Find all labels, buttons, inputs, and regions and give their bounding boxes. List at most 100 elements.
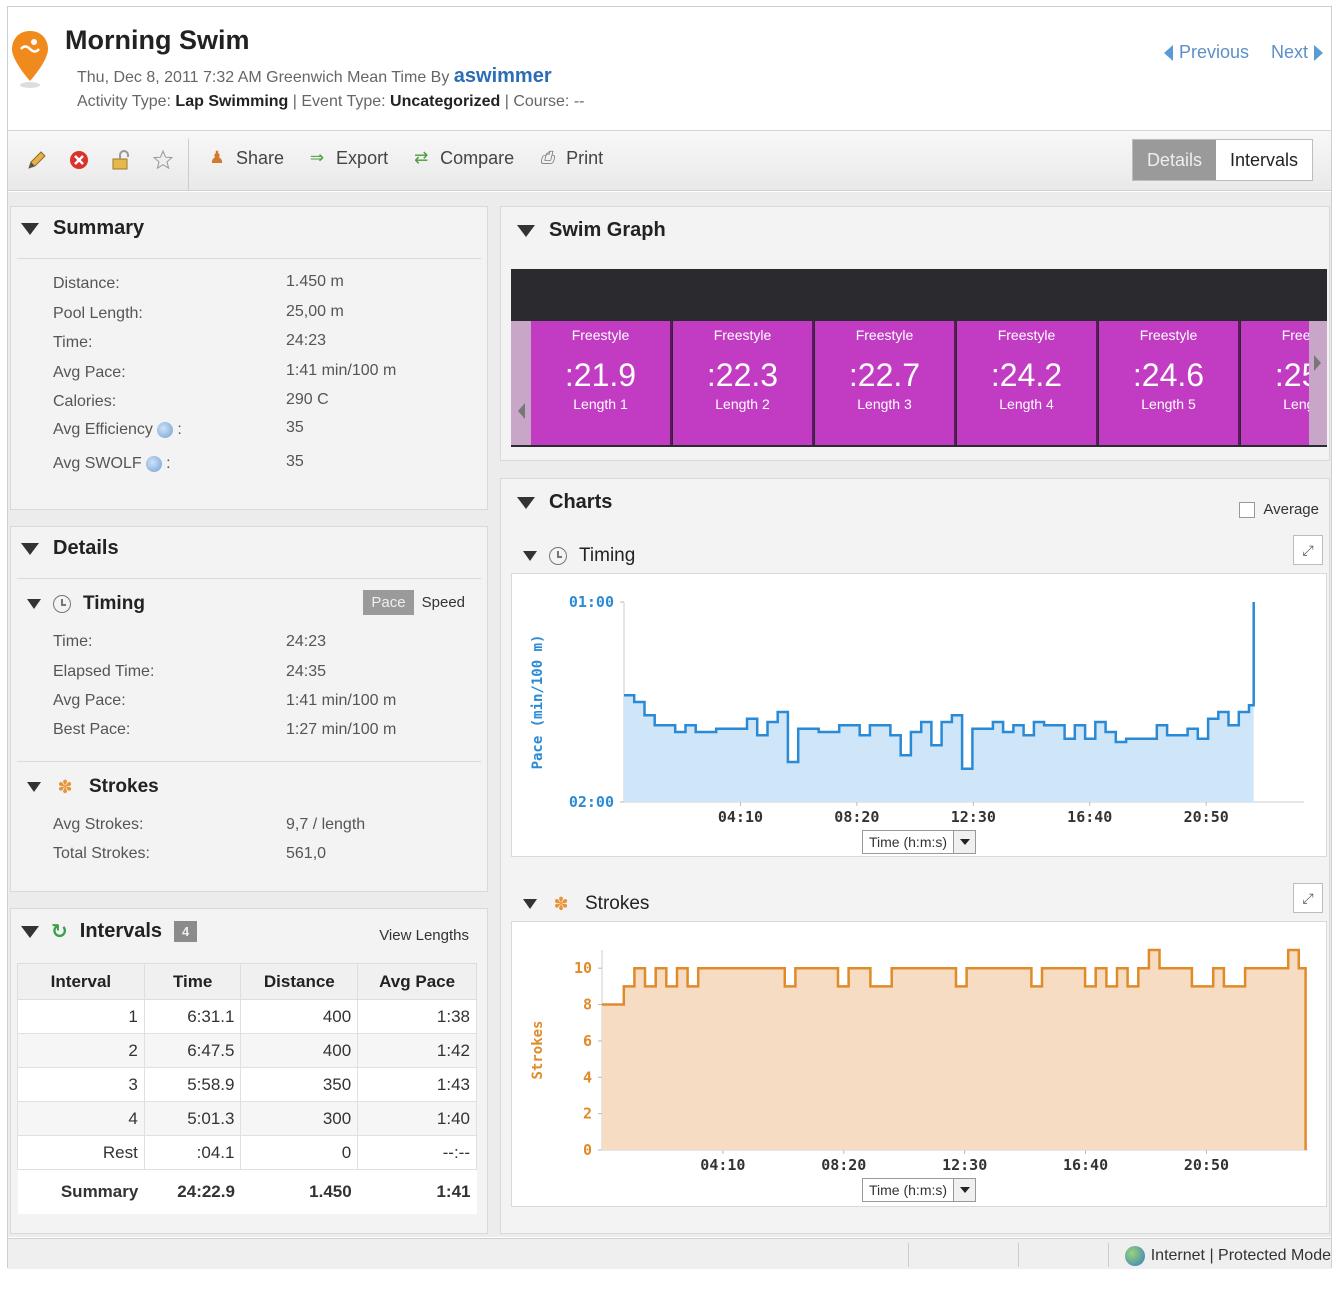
length-lane[interactable]: Freestyle :22.7 Length 3 (815, 321, 956, 445)
view-lengths-link[interactable]: View Lengths (379, 927, 469, 944)
y-tick-label: 02:00 (569, 793, 614, 811)
average-checkbox[interactable] (1239, 501, 1256, 518)
strokes-x-axis-selector[interactable]: Time (h:m:s) (862, 1178, 977, 1202)
summary-label: Calories: (53, 393, 117, 410)
length-number: Length 2 (715, 396, 770, 412)
next-link[interactable]: Next (1271, 42, 1323, 63)
table-cell: 350 (240, 1067, 359, 1102)
stroke-type: Freestyle (855, 327, 914, 343)
collapse-triangle-icon (27, 782, 41, 792)
delete-icon[interactable] (66, 147, 92, 173)
timing-subheader[interactable]: Timing (27, 593, 145, 615)
length-lane[interactable]: Freestyle:22.3 Length 2 (673, 321, 814, 445)
x-tick-label: 20:50 (1184, 1156, 1229, 1174)
summary-panel: Summary Distance: 1.450 m Pool Length: 25,0… (10, 206, 488, 510)
strokes-chart-box: 0 2 4 6 8 10 04:10 08:20 12:30 16:40 20:50 Strokes … (511, 921, 1327, 1207)
user-link[interactable]: aswimmer (454, 65, 552, 87)
divider (17, 258, 481, 259)
charts-title: Charts (549, 491, 613, 513)
summary-title: Summary (53, 217, 145, 239)
print-button[interactable]: ⎙ Print (536, 147, 603, 169)
tab-intervals[interactable]: Intervals (1215, 140, 1312, 180)
y-tick-label: 8 (583, 996, 592, 1014)
arrow-left-icon (1163, 44, 1173, 61)
swim-graph-title: Swim Graph (549, 219, 666, 241)
intervals-header[interactable]: ↻ Intervals 4 (21, 919, 198, 944)
divider (17, 761, 481, 762)
length-lane[interactable]: Freestyle:24.2 Length 4 (957, 321, 1098, 445)
info-icon[interactable] (145, 455, 162, 472)
map-pin-icon (12, 31, 48, 88)
activity-type-value[interactable]: Lap Swimming (175, 93, 288, 110)
chevron-left-icon (518, 403, 525, 419)
edit-pencil-icon[interactable] (24, 147, 50, 173)
favorite-star-icon[interactable] (150, 147, 176, 173)
compare-button[interactable]: ⇄ Compare (410, 147, 514, 169)
strokes-subheader[interactable]: ✽ Strokes (27, 776, 159, 798)
expand-icon[interactable]: ⤢ (1293, 883, 1323, 913)
info-icon[interactable] (156, 421, 173, 438)
previous-label: Previous (1178, 42, 1249, 62)
table-cell: 5:01.3 (143, 1101, 242, 1136)
summary-label-text: Avg Efficiency (53, 421, 153, 438)
table-row[interactable]: 1 6:31.1 400 1:38 (17, 999, 477, 1034)
timing-title: Timing (83, 593, 145, 614)
table-row[interactable]: Rest:04.1 0 --:-- (17, 1135, 477, 1170)
timing-chart-header[interactable]: Timing (523, 545, 635, 567)
share-button[interactable]: ♟ Share (206, 147, 284, 169)
x-tick-label: 12:30 (951, 808, 996, 826)
timing-value: 1:41 min/100 m (286, 692, 397, 709)
pace-toggle[interactable]: Pace (363, 590, 414, 615)
column-header[interactable]: Distance (240, 963, 359, 1000)
toolbar: ♟ Share ⇒ Export ⇄ Compare ⎙ Print Details I… (8, 131, 1331, 191)
scroll-right-button[interactable] (1309, 321, 1327, 445)
stroke-label: Total Strokes: (53, 845, 150, 862)
scroll-left-button[interactable] (511, 321, 531, 445)
column-header[interactable]: Avg Pace (357, 963, 477, 1000)
details-header[interactable]: Details (21, 537, 119, 560)
swimmer-icon: ✽ (57, 776, 73, 797)
length-time: :24.6 (1132, 357, 1205, 393)
swimmer-icon: ✽ (553, 893, 569, 914)
x-tick-label: 04:10 (700, 1156, 745, 1174)
collapse-triangle-icon (517, 224, 535, 237)
charts-header[interactable]: Charts (517, 491, 612, 514)
y-tick-label: 2 (583, 1105, 592, 1123)
table-row[interactable]: 3 5:58.9 350 1:43 (17, 1067, 477, 1102)
summary-header[interactable]: Summary (21, 217, 144, 240)
length-lane[interactable]: Freestyle:24.6 Length 5 (1099, 321, 1240, 445)
activity-type-label: Activity Type: (77, 93, 171, 110)
collapse-triangle-icon (21, 925, 39, 938)
length-time: :22.7 (848, 357, 921, 393)
stroke-value: 9,7 / length (286, 816, 366, 833)
expand-icon[interactable]: ⤢ (1293, 535, 1323, 565)
length-number: Length 3 (857, 396, 912, 412)
average-label: Average (1263, 501, 1319, 518)
x-tick-label: 08:20 (834, 808, 879, 826)
event-type-value[interactable]: Uncategorized (390, 93, 500, 110)
table-cell: 300 (240, 1101, 359, 1136)
table-row[interactable]: 4 5:01.3 300 1:40 (17, 1101, 477, 1136)
strokes-chart-header[interactable]: ✽ Strokes (523, 893, 649, 915)
previous-link[interactable]: Previous (1163, 42, 1249, 63)
privacy-lock-icon[interactable] (108, 147, 134, 173)
timing-x-axis-selector[interactable]: Time (h:m:s) (862, 830, 977, 854)
timing-label: Elapsed Time: (53, 663, 155, 680)
intervals-table: Interval Time Distance Avg Pace 1 6:31.1 400 1… (17, 963, 477, 1214)
column-header[interactable]: Interval (17, 963, 145, 1000)
series-area (624, 602, 1254, 802)
table-cell: 1 (17, 999, 145, 1034)
date-text: Thu, Dec 8, 2011 7:32 AM Greenwich Mean … (77, 69, 450, 86)
speed-toggle[interactable]: Speed (414, 590, 473, 615)
table-row[interactable]: 2 6:47.5 400 1:42 (17, 1033, 477, 1068)
stroke-type: Freestyle (571, 327, 630, 343)
export-button[interactable]: ⇒ Export (306, 147, 388, 169)
swim-graph-header[interactable]: Swim Graph (517, 219, 666, 242)
length-lane[interactable]: Freestyle:21.9 Length 1 (531, 321, 672, 445)
stroke-type: Freestyle (997, 327, 1056, 343)
clock-icon (53, 595, 71, 613)
swim-graph-panel: Swim Graph Freestyle:21.9 Length 1 Freesty… (500, 206, 1330, 461)
column-header[interactable]: Time (143, 963, 242, 1000)
tab-details[interactable]: Details (1132, 140, 1216, 180)
arrow-right-icon (1314, 44, 1323, 61)
